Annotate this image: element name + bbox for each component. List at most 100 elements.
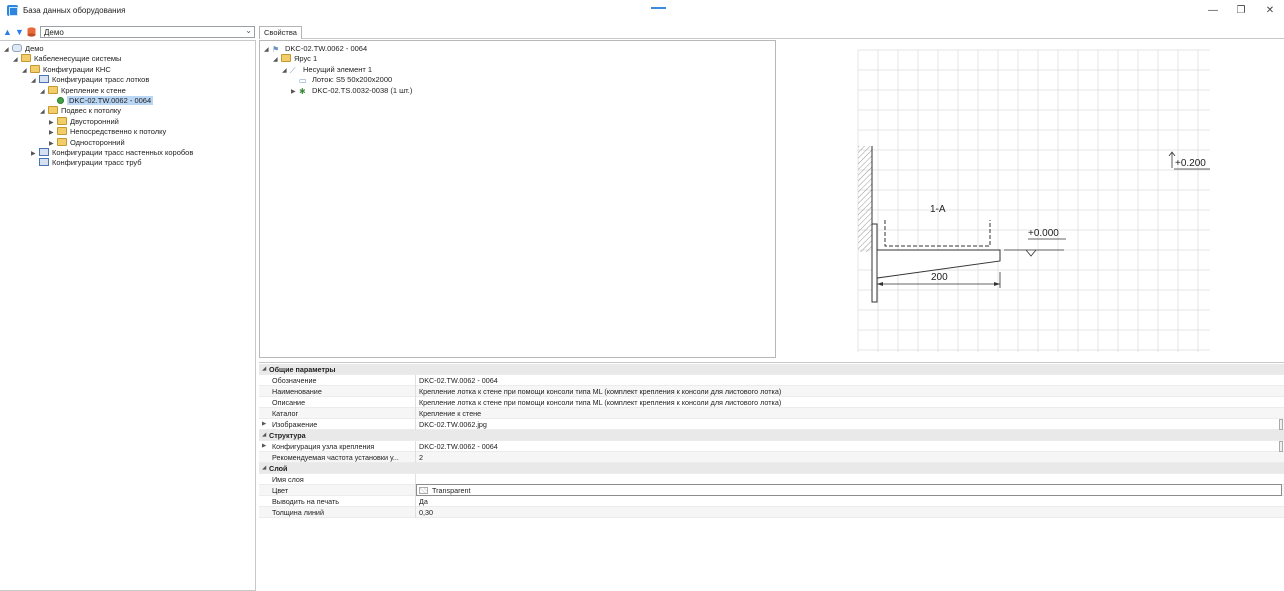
- column-divider[interactable]: [415, 441, 416, 452]
- tree-item[interactable]: ◢ Кабеленесущие системы: [13, 54, 121, 64]
- property-row[interactable]: Выводить на печать Да: [259, 496, 1284, 507]
- database-selector-value: Демо: [44, 28, 64, 37]
- property-value[interactable]: 2: [419, 452, 423, 463]
- collapse-arrow-icon[interactable]: ◢: [262, 430, 266, 441]
- column-divider[interactable]: [415, 496, 416, 507]
- collapse-arrow-icon[interactable]: ◢: [40, 107, 48, 117]
- property-category[interactable]: ◢ Структура: [259, 430, 1284, 441]
- property-row[interactable]: Рекомендуемая частота установки у... 2: [259, 452, 1284, 463]
- property-value[interactable]: DKC-02.TW.0062 - 0064: [419, 441, 498, 452]
- structure-item-label: DKC-02.TS.0032-0038 (1 шт.): [312, 85, 413, 95]
- property-value[interactable]: Крепление лотка к стене при помощи консо…: [419, 386, 781, 397]
- folder-icon: [57, 116, 67, 125]
- tree-item-label: Крепление к стене: [61, 85, 126, 95]
- collapse-arrow-icon[interactable]: ◢: [22, 66, 30, 76]
- move-down-icon[interactable]: ▼: [15, 27, 24, 37]
- tree-item[interactable]: ◢ Демо: [4, 44, 44, 54]
- folder-icon: [30, 64, 40, 73]
- column-divider[interactable]: [415, 397, 416, 408]
- property-value[interactable]: Крепление лотка к стене при помощи консо…: [419, 397, 781, 408]
- tree-item-label: Конфигурации трасс настенных коробов: [52, 148, 194, 157]
- ellipsis-button[interactable]: [1279, 441, 1283, 452]
- minimize-button[interactable]: —: [1205, 3, 1221, 19]
- property-value[interactable]: DKC-02.TW.0062.jpg: [419, 419, 487, 430]
- property-value[interactable]: 0,30: [419, 507, 433, 518]
- collapse-arrow-icon[interactable]: ◢: [4, 45, 12, 55]
- tree-item[interactable]: ▶ Непосредственно к потолку: [49, 127, 166, 137]
- collapse-arrow-icon[interactable]: ◢: [13, 55, 21, 65]
- bracket-drawing: 1-A 200 +0.000 +0.200: [778, 40, 1284, 358]
- move-up-icon[interactable]: ▲: [3, 27, 12, 37]
- collapse-arrow-icon[interactable]: ◢: [273, 55, 281, 65]
- structure-item-label: Лоток: S5 50x200x2000: [312, 75, 393, 85]
- property-category[interactable]: ◢ Слой: [259, 463, 1284, 474]
- tree-item[interactable]: ◢ Крепление к стене: [40, 85, 126, 97]
- structure-tree[interactable]: ◢ ⚑ DKC-02.TW.0062 - 0064 ◢ Ярус 1 ◢ ⟋ Несущий …: [259, 40, 776, 358]
- property-row[interactable]: ▶ Конфигурация узла крепления DKC-02.TW.00…: [259, 441, 1284, 452]
- structure-item[interactable]: ◢ ⚑ DKC-02.TW.0062 - 0064: [264, 44, 367, 54]
- property-row[interactable]: Толщина линий 0,30: [259, 507, 1284, 518]
- tree-item[interactable]: ◢ Конфигурации трасс лотков: [31, 75, 149, 85]
- structure-item[interactable]: ◢ ⟋ Несущий элемент 1: [282, 65, 372, 75]
- tree-item-label: Демо: [25, 44, 44, 53]
- structure-item[interactable]: ◢ Ярус 1: [273, 54, 317, 64]
- tree-item[interactable]: ▶ Конфигурации трасс настенных коробов: [31, 148, 193, 158]
- property-value[interactable]: Да: [419, 496, 428, 507]
- tab-properties[interactable]: Свойства: [259, 26, 302, 39]
- tree-item[interactable]: ◢ Подвес к потолку: [40, 106, 121, 116]
- console-plate: [871, 223, 878, 303]
- property-value[interactable]: Transparent: [419, 485, 471, 496]
- ellipsis-button[interactable]: [1279, 419, 1283, 430]
- property-row[interactable]: Наименование Крепление лотка к стене при …: [259, 386, 1284, 397]
- structure-item[interactable]: ▶ ✱ DKC-02.TS.0032-0038 (1 шт.): [291, 86, 412, 96]
- collapse-arrow-icon[interactable]: ◢: [262, 364, 266, 375]
- collapse-arrow-icon[interactable]: ◢: [31, 76, 39, 86]
- property-category[interactable]: ◢ Общие параметры: [259, 364, 1284, 375]
- column-divider[interactable]: [415, 419, 416, 430]
- tree-item[interactable]: ▶ Односторонний: [49, 137, 125, 148]
- property-row[interactable]: Описание Крепление лотка к стене при помо…: [259, 397, 1284, 408]
- tree-item[interactable]: ▶ Двусторонний: [49, 116, 119, 127]
- title-accent: [651, 7, 666, 9]
- database-icon[interactable]: [27, 27, 36, 37]
- property-value[interactable]: DKC-02.TW.0062 - 0064: [419, 375, 498, 386]
- expand-arrow-icon[interactable]: ▶: [291, 87, 299, 97]
- collapse-arrow-icon[interactable]: ◢: [40, 87, 48, 97]
- tree-item[interactable]: DKC-02.TW.0062 - 0064: [49, 96, 154, 106]
- column-divider[interactable]: [415, 507, 416, 518]
- tree-item-label: Конфигурации КНС: [43, 64, 111, 74]
- tree-item[interactable]: ◢ Конфигурации КНС: [22, 64, 111, 76]
- property-row[interactable]: Цвет Transparent: [259, 484, 1284, 496]
- collapse-arrow-icon[interactable]: ◢: [262, 463, 266, 474]
- structure-item-label: DKC-02.TW.0062 - 0064: [285, 44, 368, 53]
- column-divider[interactable]: [415, 452, 416, 463]
- column-divider[interactable]: [415, 386, 416, 397]
- database-selector[interactable]: Демо ⌄: [40, 26, 255, 38]
- property-row[interactable]: Каталог Крепление к стене: [259, 408, 1284, 419]
- property-name: Толщина линий: [272, 508, 324, 517]
- dimension-arrow-right: [994, 282, 1000, 286]
- property-row[interactable]: ▶ Изображение DKC-02.TW.0062.jpg: [259, 419, 1284, 430]
- maximize-button[interactable]: ❐: [1233, 3, 1249, 19]
- title-bar: База данных оборудования — ❐ ✕: [0, 0, 1284, 22]
- column-divider[interactable]: [415, 375, 416, 386]
- collapse-arrow-icon[interactable]: ◢: [282, 66, 290, 76]
- folder-icon: [57, 137, 67, 146]
- expand-arrow-icon[interactable]: ▶: [262, 441, 266, 452]
- folder-icon: [57, 127, 67, 136]
- database-tree[interactable]: ◢ Демо ◢ Кабеленесущие системы ◢ Конфигурации…: [0, 40, 256, 591]
- property-row[interactable]: Обозначение DKC-02.TW.0062 - 0064: [259, 375, 1284, 386]
- property-value[interactable]: Крепление к стене: [419, 408, 481, 419]
- expand-arrow-icon[interactable]: ▶: [262, 419, 266, 430]
- property-category-label: Структура: [269, 431, 306, 440]
- collapse-arrow-icon[interactable]: ◢: [264, 45, 272, 55]
- tree-item[interactable]: Конфигурации трасс труб: [31, 158, 142, 168]
- folder-icon: [48, 85, 58, 94]
- close-button[interactable]: ✕: [1262, 3, 1278, 19]
- property-grid[interactable]: ◢ Общие параметры Обозначение DKC-02.TW.006…: [259, 362, 1284, 591]
- tree-item-label: Конфигурации трасс труб: [52, 158, 142, 168]
- structure-item[interactable]: ▭ Лоток: S5 50x200x2000: [291, 75, 392, 85]
- column-divider[interactable]: [415, 408, 416, 419]
- color-field[interactable]: [416, 484, 1282, 496]
- folder-icon: [21, 54, 31, 63]
